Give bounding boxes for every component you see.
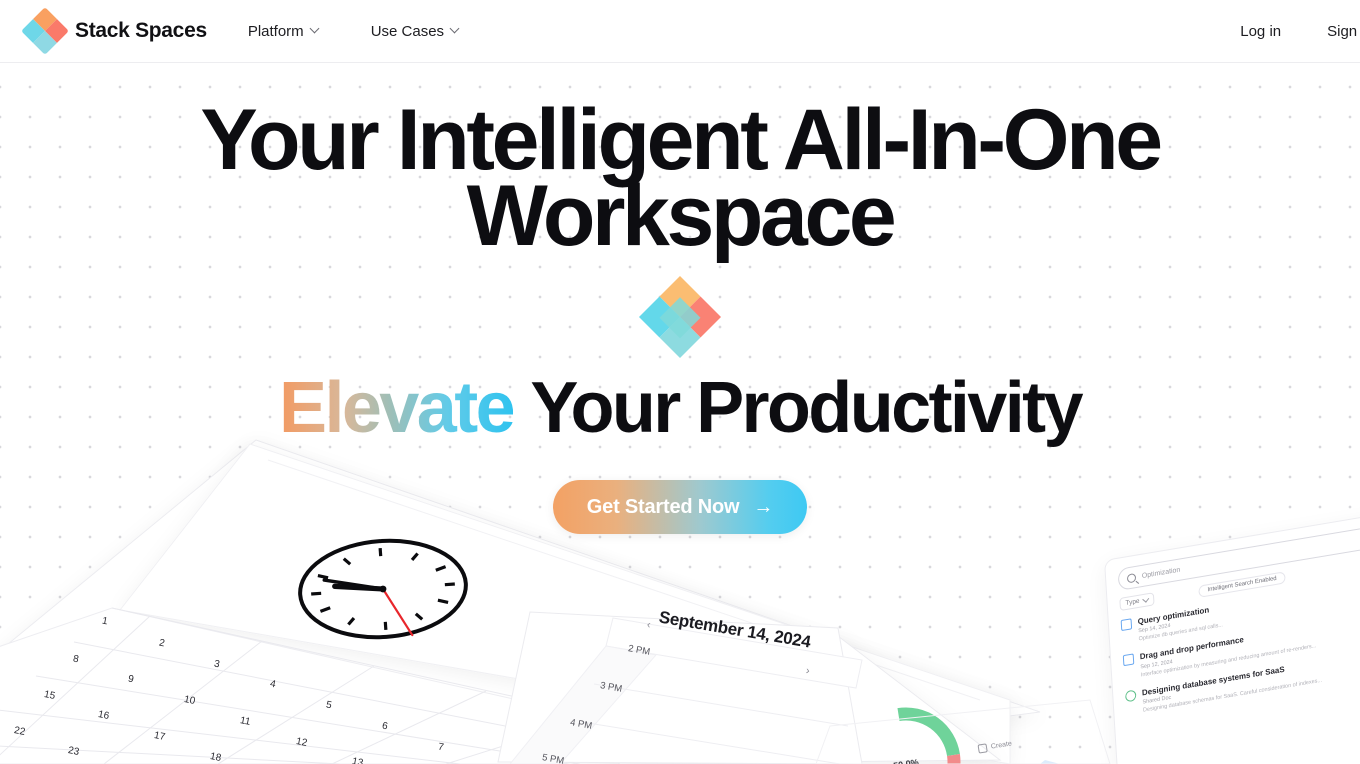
diamond-accent-icon — [638, 276, 722, 359]
circle-icon — [1124, 689, 1137, 703]
nav-item-platform[interactable]: Platform — [248, 23, 320, 40]
hero-diamond-wrapper — [0, 276, 1360, 359]
diamond-logo-icon — [20, 6, 70, 56]
document-icon — [1120, 618, 1133, 632]
cta-wrapper: Get Started Now → — [0, 480, 1360, 535]
nav-label: Platform — [247, 22, 304, 40]
create-icon — [977, 743, 988, 754]
search-icon — [1126, 572, 1137, 583]
cta-label: Get Started Now — [586, 495, 740, 518]
page-title: Your Intelligent All-In-One Workspace — [200, 92, 1163, 264]
signup-link[interactable]: Sign up — [1327, 23, 1360, 40]
landing-page: 50.0% Create ‹ September 14, 2024 › 2 PM… — [0, 0, 1360, 764]
type-filter-label: Type — [1125, 597, 1140, 608]
hero-subtitle: Elevate Your Productivity — [0, 372, 1360, 444]
nav-item-use-cases[interactable]: Use Cases — [371, 23, 460, 40]
login-link[interactable]: Log in — [1240, 23, 1281, 40]
chevron-down-icon — [451, 25, 460, 34]
brand-name: Stack Spaces — [75, 19, 207, 42]
main-navigation: Platform Use Cases — [248, 23, 460, 40]
brand-logo-link[interactable]: Stack Spaces — [20, 6, 207, 56]
type-filter-dropdown[interactable]: Type — [1119, 592, 1155, 612]
hero-section: Your Intelligent All-In-One Workspace El… — [0, 63, 1360, 535]
hero-highlight-word: Elevate — [279, 368, 516, 449]
arrow-right-icon: → — [753, 496, 774, 519]
chevron-down-icon — [1142, 595, 1150, 603]
search-query-value: Optimization — [1141, 566, 1181, 580]
chevron-down-icon — [311, 25, 320, 34]
get-started-button[interactable]: Get Started Now → — [552, 480, 808, 535]
site-header: Stack Spaces Platform Use Cases Log in S… — [0, 0, 1360, 63]
nav-label: Use Cases — [370, 22, 445, 40]
hero-subtitle-rest: Your Productivity — [530, 368, 1083, 449]
header-actions: Log in Sign up — [1240, 23, 1360, 40]
document-icon — [1122, 653, 1135, 667]
